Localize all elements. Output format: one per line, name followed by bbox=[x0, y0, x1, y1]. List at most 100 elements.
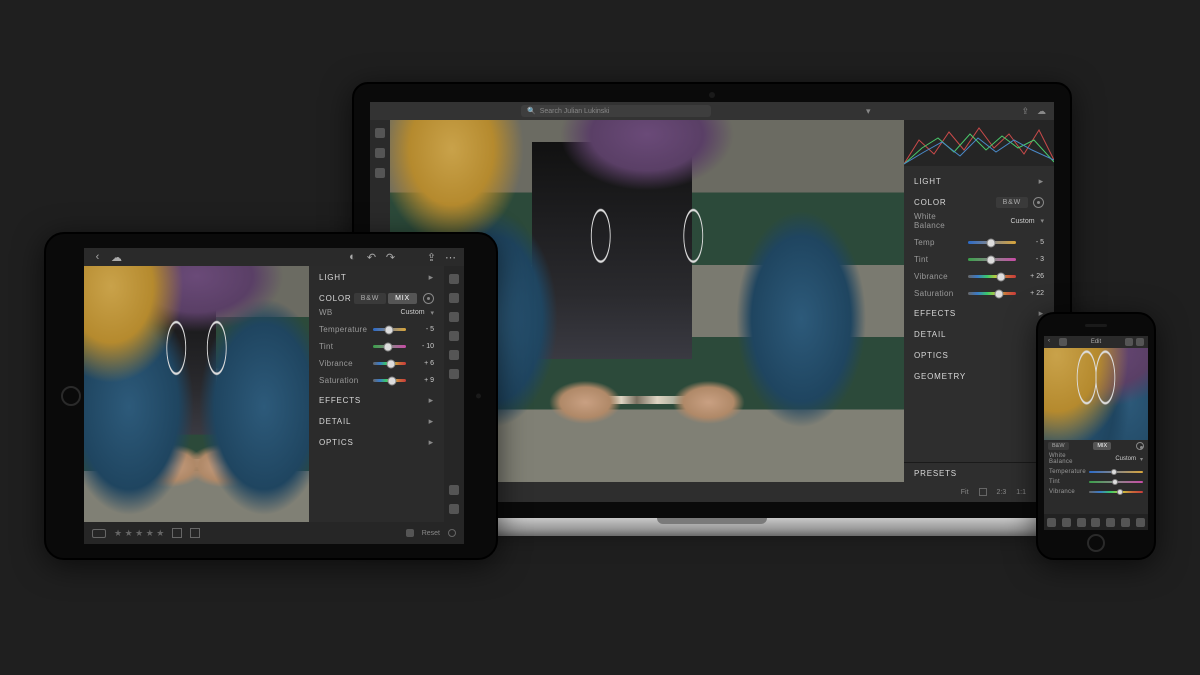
tint-label: Tint bbox=[1049, 479, 1085, 485]
section-detail[interactable]: DETAIL ▸ bbox=[904, 323, 1054, 344]
wb-value[interactable]: Custom bbox=[1115, 456, 1136, 462]
histogram[interactable] bbox=[904, 120, 1054, 166]
wb-value[interactable]: Custom bbox=[1010, 218, 1030, 225]
before-after-icon[interactable]: ◐ bbox=[347, 252, 358, 263]
cloud-icon[interactable]: ☁ bbox=[1037, 106, 1046, 117]
ratio-11[interactable]: 1:1 bbox=[1016, 489, 1026, 496]
vibrance-slider[interactable] bbox=[1089, 491, 1143, 494]
presets-button[interactable]: Presets bbox=[904, 462, 1054, 482]
section-optics[interactable]: OPTICS ▸ bbox=[904, 344, 1054, 365]
eyedropper-icon[interactable] bbox=[1136, 442, 1144, 450]
phone-device: ‹ Edit B&W MIX White Balance Custom ▾ Te… bbox=[1036, 312, 1156, 560]
section-effects-label: EFFECTS bbox=[914, 309, 956, 318]
mix-toggle[interactable]: MIX bbox=[388, 293, 417, 304]
tablet-home-button[interactable] bbox=[61, 386, 81, 406]
chevron-right-icon: ▸ bbox=[429, 272, 434, 283]
section-detail[interactable]: DETAIL ▸ bbox=[309, 410, 444, 431]
temp-slider[interactable] bbox=[968, 241, 1016, 244]
presets-icon[interactable] bbox=[1077, 518, 1086, 527]
eyedropper-icon[interactable] bbox=[1033, 197, 1044, 208]
chevron-right-icon: ▸ bbox=[429, 416, 434, 427]
temperature-slider[interactable] bbox=[373, 328, 406, 331]
cloud-icon[interactable] bbox=[1059, 338, 1067, 346]
tablet-device: ‹ ☁ ◐ ↶ ↷ ⇪ ⋯ LIGHT ▸ COLOR bbox=[44, 232, 498, 560]
more-icon[interactable] bbox=[1136, 338, 1144, 346]
phone-canvas[interactable] bbox=[1044, 348, 1148, 440]
share-icon[interactable]: ⇪ bbox=[1021, 106, 1029, 117]
radial-icon[interactable] bbox=[1136, 518, 1145, 527]
flag-reject-icon[interactable] bbox=[190, 528, 200, 538]
tablet-screen: ‹ ☁ ◐ ↶ ↷ ⇪ ⋯ LIGHT ▸ COLOR bbox=[84, 248, 464, 544]
section-geometry-label: GEOMETRY bbox=[914, 372, 966, 381]
cloud-icon[interactable]: ☁ bbox=[111, 252, 122, 263]
adjust-icon[interactable] bbox=[1047, 518, 1056, 527]
share-icon[interactable]: ⇪ bbox=[426, 252, 437, 263]
section-color[interactable]: COLOR B&W MIX bbox=[309, 287, 444, 306]
redo-icon[interactable]: ↷ bbox=[385, 252, 396, 263]
single-icon[interactable] bbox=[375, 168, 385, 178]
section-color-label: COLOR bbox=[914, 198, 946, 207]
temperature-slider[interactable] bbox=[1089, 471, 1143, 474]
section-color[interactable]: COLOR B&W bbox=[904, 191, 1054, 210]
section-light[interactable]: LIGHT ▸ bbox=[309, 266, 444, 287]
flag-pick-icon[interactable] bbox=[172, 528, 182, 538]
more-icon[interactable]: ⋯ bbox=[445, 252, 456, 263]
saturation-slider[interactable] bbox=[373, 379, 406, 382]
chevron-down-icon[interactable]: ▾ bbox=[430, 309, 434, 317]
bw-toggle[interactable]: B&W bbox=[996, 197, 1028, 208]
brush-icon[interactable] bbox=[1106, 518, 1115, 527]
phone-home-button[interactable] bbox=[1087, 534, 1105, 552]
section-geometry[interactable]: GEOMETRY ▸ bbox=[904, 365, 1054, 386]
saturation-slider[interactable] bbox=[968, 292, 1016, 295]
section-effects[interactable]: EFFECTS ▸ bbox=[904, 302, 1054, 323]
heal-icon[interactable] bbox=[449, 312, 459, 322]
tablet-canvas[interactable] bbox=[84, 266, 309, 522]
search-placeholder: Search Julian Lukinski bbox=[540, 108, 610, 115]
undo-icon[interactable]: ↶ bbox=[366, 252, 377, 263]
chevron-down-icon[interactable]: ▾ bbox=[1040, 217, 1044, 225]
bw-toggle[interactable]: B&W bbox=[354, 293, 386, 304]
add-icon[interactable] bbox=[375, 128, 385, 138]
undo-icon[interactable] bbox=[1125, 338, 1133, 346]
compare-icon[interactable] bbox=[92, 529, 106, 538]
bw-toggle[interactable]: B&W bbox=[1048, 442, 1069, 450]
section-color-label: COLOR bbox=[319, 294, 351, 303]
settings-icon[interactable] bbox=[449, 504, 459, 514]
tint-slider[interactable] bbox=[1089, 481, 1143, 484]
filmstrip-icon[interactable] bbox=[406, 529, 414, 537]
vibrance-slider[interactable] bbox=[373, 362, 406, 365]
edit-label: Edit bbox=[1091, 339, 1101, 345]
grid-icon[interactable] bbox=[375, 148, 385, 158]
grid-overlay-icon[interactable] bbox=[979, 488, 987, 496]
back-icon[interactable]: ‹ bbox=[1048, 338, 1056, 346]
linear-gradient-icon[interactable] bbox=[449, 350, 459, 360]
vibrance-slider[interactable] bbox=[968, 275, 1016, 278]
section-optics[interactable]: OPTICS ▸ bbox=[309, 431, 444, 452]
heal-icon[interactable] bbox=[1091, 518, 1100, 527]
temp-label: Temp bbox=[914, 238, 960, 247]
mix-toggle[interactable]: MIX bbox=[1093, 442, 1111, 450]
gradient-icon[interactable] bbox=[1121, 518, 1130, 527]
ratio-23[interactable]: 2:3 bbox=[997, 489, 1007, 496]
crop-icon[interactable] bbox=[1062, 518, 1071, 527]
radial-gradient-icon[interactable] bbox=[449, 369, 459, 379]
section-light[interactable]: LIGHT ▸ bbox=[904, 170, 1054, 191]
fit-button[interactable]: Fit bbox=[961, 489, 969, 496]
search-input[interactable]: 🔍 Search Julian Lukinski bbox=[521, 105, 711, 117]
reset-button[interactable]: Reset bbox=[422, 530, 440, 537]
adjust-icon[interactable] bbox=[449, 293, 459, 303]
eyedropper-icon[interactable] bbox=[423, 293, 434, 304]
back-icon[interactable]: ‹ bbox=[92, 252, 103, 263]
tint-slider[interactable] bbox=[968, 258, 1016, 261]
expand-icon[interactable] bbox=[448, 529, 456, 537]
wb-value[interactable]: Custom bbox=[400, 309, 420, 316]
tint-slider[interactable] bbox=[373, 345, 406, 348]
crop-icon[interactable] bbox=[449, 274, 459, 284]
phone-edit-panel: B&W MIX White Balance Custom ▾ Temperatu… bbox=[1044, 440, 1148, 530]
star-rating[interactable]: ★ ★ ★ ★ ★ bbox=[114, 528, 164, 539]
filter-icon[interactable]: ▾ bbox=[866, 106, 871, 117]
chevron-down-icon[interactable]: ▾ bbox=[1140, 456, 1143, 463]
section-effects[interactable]: EFFECTS ▸ bbox=[309, 389, 444, 410]
brush-icon[interactable] bbox=[449, 331, 459, 341]
info-icon[interactable] bbox=[449, 485, 459, 495]
